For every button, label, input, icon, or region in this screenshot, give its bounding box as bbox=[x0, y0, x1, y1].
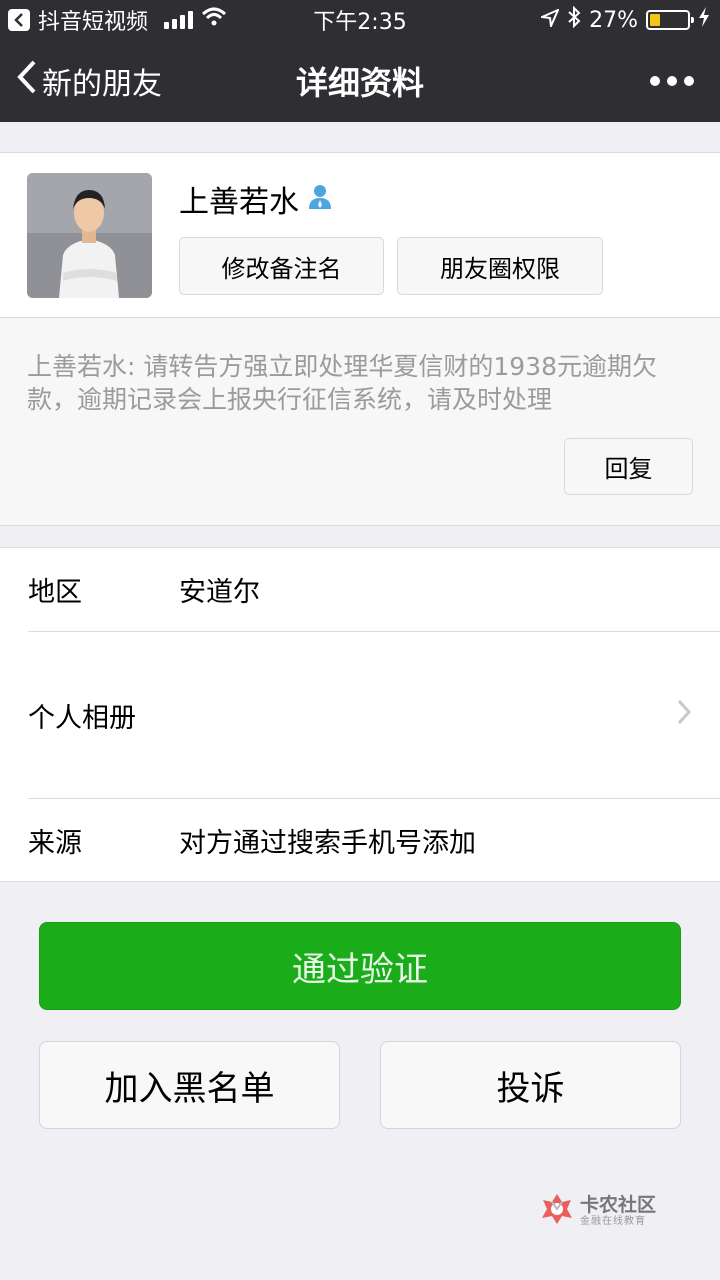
add-to-blacklist-button[interactable]: 加入黑名单 bbox=[39, 1041, 340, 1129]
status-bar: 抖音短视频 下午2:35 27% bbox=[0, 0, 720, 40]
male-gender-icon bbox=[307, 182, 333, 217]
source-label: 来源 bbox=[28, 828, 82, 859]
back-to-app-icon bbox=[8, 9, 30, 31]
contact-name: 上善若水 bbox=[179, 185, 299, 220]
region-value: 安道尔 bbox=[179, 577, 260, 608]
more-dot-icon bbox=[650, 76, 660, 86]
kanong-logo-icon bbox=[540, 1192, 574, 1230]
info-list: 地区 安道尔 个人相册 来源 对方通过搜索手机号添加 bbox=[0, 547, 720, 882]
region-label: 地区 bbox=[28, 577, 82, 608]
cellular-signal-icon bbox=[164, 11, 194, 29]
back-to-app-label: 抖音短视频 bbox=[38, 10, 149, 35]
watermark: 卡农社区 金融在线教育 bbox=[540, 1192, 656, 1230]
moments-permission-button[interactable]: 朋友圈权限 bbox=[397, 237, 603, 295]
region-row: 地区 安道尔 bbox=[28, 548, 720, 631]
watermark-subtitle: 金融在线教育 bbox=[580, 1216, 646, 1227]
status-time: 下午2:35 bbox=[313, 10, 407, 35]
source-value: 对方通过搜索手机号添加 bbox=[179, 828, 476, 859]
back-button[interactable]: 新的朋友 bbox=[16, 40, 162, 122]
approve-verification-button[interactable]: 通过验证 bbox=[39, 922, 681, 1010]
reply-button[interactable]: 回复 bbox=[564, 438, 693, 495]
navigation-bar: 新的朋友 详细资料 bbox=[0, 40, 720, 122]
verification-message-card: 上善若水: 请转告方强立即处理华夏信财的1938元逾期欠款，逾期记录会上报央行征… bbox=[0, 318, 720, 526]
more-dot-icon bbox=[684, 76, 694, 86]
charging-bolt-icon bbox=[698, 7, 710, 33]
chevron-left-icon bbox=[16, 59, 38, 103]
battery-icon bbox=[646, 10, 694, 30]
battery-percent: 27% bbox=[589, 7, 638, 33]
more-dot-icon bbox=[667, 76, 677, 86]
more-options-button[interactable] bbox=[650, 40, 694, 122]
back-label: 新的朋友 bbox=[42, 67, 162, 102]
avatar[interactable] bbox=[27, 173, 152, 298]
report-button[interactable]: 投诉 bbox=[380, 1041, 681, 1129]
edit-remark-button[interactable]: 修改备注名 bbox=[179, 237, 384, 295]
watermark-title: 卡农社区 bbox=[580, 1194, 657, 1216]
chevron-right-icon bbox=[676, 698, 692, 733]
return-to-app[interactable]: 抖音短视频 bbox=[0, 4, 300, 36]
personal-album-row[interactable]: 个人相册 bbox=[28, 632, 720, 798]
battery-level bbox=[650, 14, 660, 26]
wifi-icon bbox=[201, 7, 227, 33]
profile-card: 上善若水 修改备注名 朋友圈权限 bbox=[0, 152, 720, 318]
verification-message-text: 上善若水: 请转告方强立即处理华夏信财的1938元逾期欠款，逾期记录会上报央行征… bbox=[27, 352, 657, 414]
personal-album-label: 个人相册 bbox=[28, 702, 136, 734]
source-row: 来源 对方通过搜索手机号添加 bbox=[28, 799, 720, 882]
profile-name: 上善若水 bbox=[179, 177, 333, 221]
location-arrow-icon bbox=[538, 7, 561, 33]
bluetooth-icon bbox=[567, 5, 581, 34]
